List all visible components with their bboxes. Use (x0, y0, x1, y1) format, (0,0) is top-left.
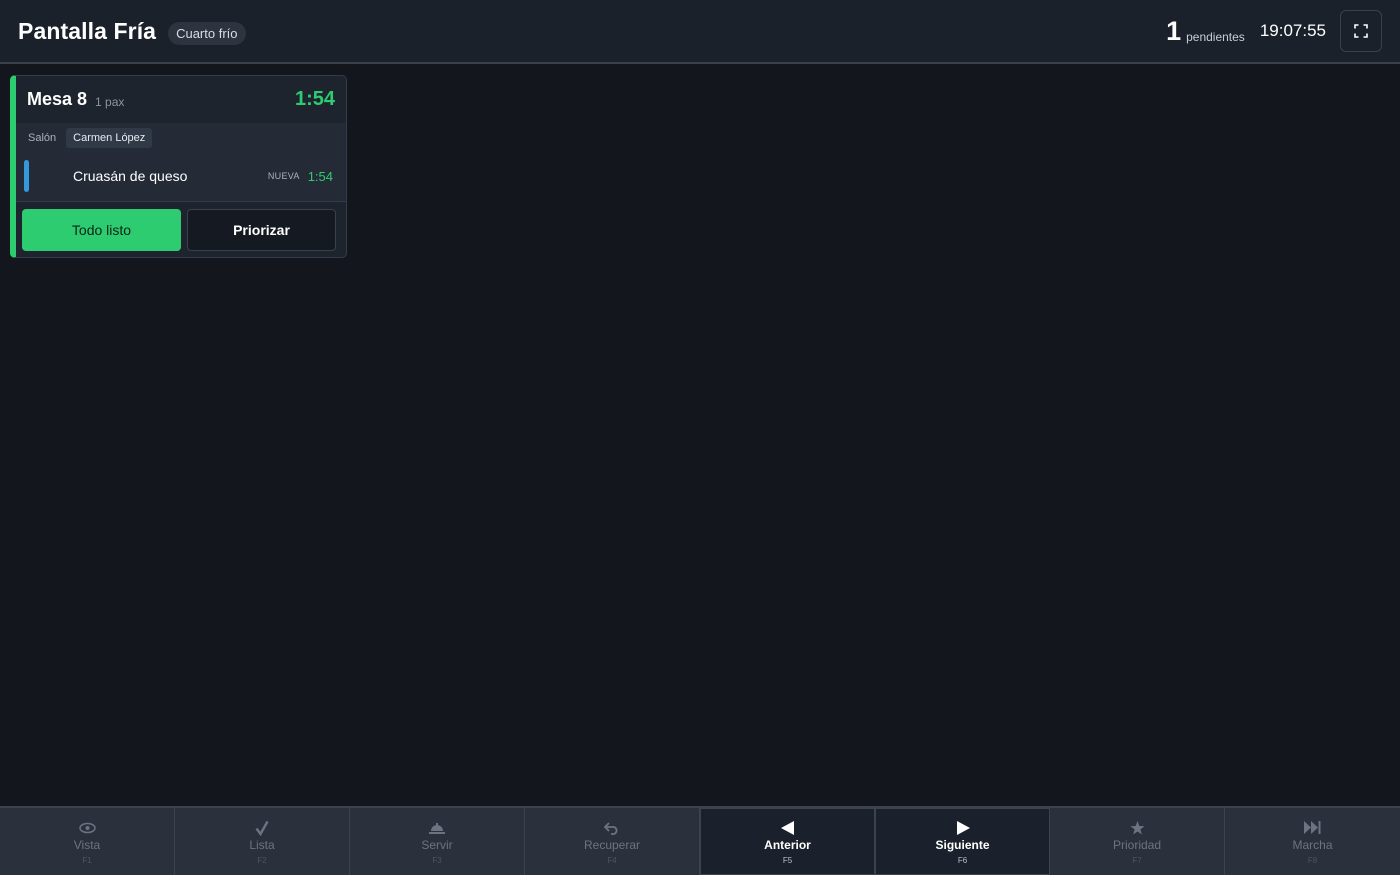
fkey-prioridad[interactable]: Prioridad F7 (1050, 808, 1225, 875)
fkey-label: Marcha (1292, 837, 1333, 852)
top-header: Pantalla Fría Cuarto frío 1 pendientes 1… (0, 0, 1400, 64)
check-icon (255, 819, 269, 837)
undo-icon (603, 819, 621, 837)
fkey-label: Lista (249, 837, 275, 852)
fkey-anterior[interactable]: Anterior F5 (700, 808, 875, 875)
arrow-left-icon (780, 819, 795, 837)
fkey-shortcut: F7 (1132, 855, 1142, 865)
ticket-tags: Salón Carmen López (16, 127, 346, 149)
arrow-right-icon (956, 819, 970, 837)
order-ticket[interactable]: Mesa 8 1 pax 1:54 Salón Carmen López Cru… (10, 75, 347, 258)
page-title: Pantalla Fría (18, 17, 157, 44)
prioritize-button[interactable]: Priorizar (187, 208, 336, 251)
fkey-label: Prioridad (1112, 837, 1162, 852)
ticket-timer: 1:54 (294, 88, 335, 110)
all-ready-button[interactable]: Todo listo (22, 208, 181, 251)
order-item[interactable]: Cruasán de queso NUEVA 1:54 (16, 155, 346, 197)
fkey-shortcut: F5 (782, 855, 793, 865)
fkey-label: Recuperar (583, 837, 641, 852)
item-status-bar (24, 160, 29, 192)
skip-forward-icon (1304, 819, 1321, 837)
fullscreen-icon (1354, 24, 1368, 38)
item-status: NUEVA (267, 171, 300, 181)
waiter-tag: Carmen López (66, 128, 153, 148)
fkey-shortcut: F6 (957, 855, 968, 865)
ticket-actions: Todo listo Priorizar (16, 201, 346, 257)
function-key-bar: Vista F1 Lista F2 Servir F3 Recuperar F4… (0, 806, 1400, 875)
fkey-shortcut: F1 (82, 855, 92, 865)
pax-count: 1 pax (95, 95, 125, 109)
ticket-body: Salón Carmen López Cruasán de queso NUEV… (16, 123, 346, 201)
fkey-servir[interactable]: Servir F3 (350, 808, 525, 875)
table-name: Mesa 8 (27, 89, 88, 109)
pending-count: 1 (1166, 15, 1182, 46)
fkey-label: Vista (73, 837, 101, 852)
fkey-lista[interactable]: Lista F2 (175, 808, 350, 875)
fkey-label: Siguiente (935, 837, 990, 852)
fkey-shortcut: F2 (257, 855, 267, 865)
ticket-header: Mesa 8 1 pax 1:54 (16, 76, 346, 123)
item-timer: 1:54 (307, 168, 333, 184)
fkey-recuperar[interactable]: Recuperar F4 (525, 808, 700, 875)
fullscreen-button[interactable] (1340, 10, 1382, 52)
dish-icon (428, 819, 446, 837)
header-status: 1 pendientes 19:07:55 (1166, 10, 1382, 52)
fkey-shortcut: F4 (607, 855, 617, 865)
fkey-siguiente[interactable]: Siguiente F6 (875, 808, 1050, 875)
clock: 19:07:55 (1259, 21, 1326, 40)
fkey-label: Anterior (764, 837, 811, 852)
pending-label: pendientes (1186, 30, 1245, 44)
star-icon (1130, 819, 1145, 837)
fkey-label: Servir (421, 837, 453, 852)
fkey-marcha[interactable]: Marcha F8 (1225, 808, 1400, 875)
fkey-vista[interactable]: Vista F1 (0, 808, 175, 875)
station-badge: Cuarto frío (168, 21, 246, 45)
fkey-shortcut: F3 (432, 855, 442, 865)
fkey-shortcut: F8 (1307, 855, 1318, 865)
eye-icon (78, 819, 96, 837)
item-name: Cruasán de queso (73, 168, 188, 184)
zone-tag: Salón (28, 132, 57, 144)
